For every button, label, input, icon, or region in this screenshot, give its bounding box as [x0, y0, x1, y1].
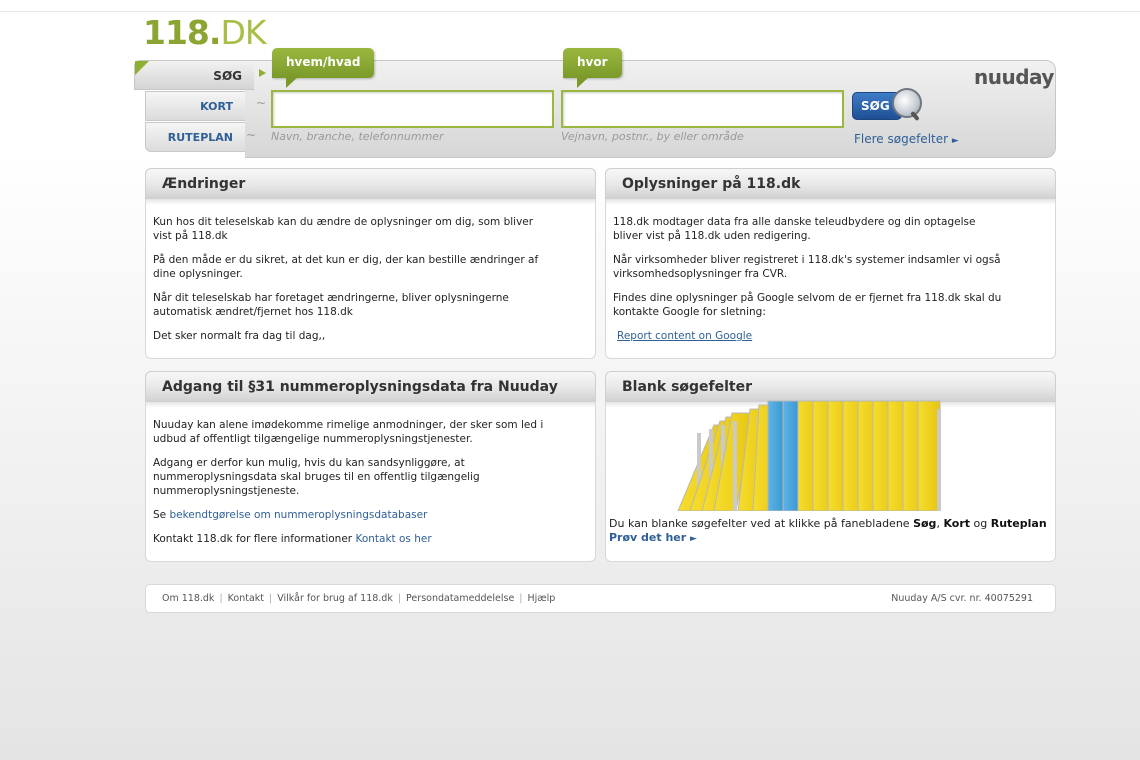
- footer-link-privacy[interactable]: Persondatameddelelse: [406, 593, 514, 604]
- changes-title: Ændringer: [145, 168, 596, 205]
- blank-fields-box: Blank søgefelter Du kan blanke søgefelte…: [605, 371, 1056, 562]
- footer-links: Om 118.dk | Kontakt | Vilkår for brug af 118…: [162, 585, 555, 612]
- folders-image: [677, 400, 941, 511]
- footer-link-om[interactable]: Om 118.dk: [162, 593, 214, 604]
- changes-box: Ændringer Kun hos dit teleselskab kan du…: [145, 168, 596, 359]
- footer-link-terms[interactable]: Vilkår for brug af 118.dk: [277, 593, 393, 604]
- access-title: Adgang til §31 nummeroplysningsdata fra …: [145, 371, 596, 408]
- logo-dk: DK: [220, 13, 266, 52]
- magnifier-icon[interactable]: [892, 88, 922, 118]
- who-search-input[interactable]: [271, 90, 554, 128]
- tab-sog-label: SØG: [213, 69, 242, 83]
- footer-cvr: Nuuday A/S cvr. nr. 40075291: [891, 593, 1033, 604]
- yellow-folder: [917, 400, 941, 511]
- top-divider: [0, 11, 1140, 12]
- access-text-1: Nuuday kan alene imødekomme rimelige anm…: [153, 419, 544, 445]
- tab-kort-label: KORT: [200, 100, 233, 113]
- folders-illustration: [606, 399, 1055, 511]
- blank-tab-sog: Søg: [913, 517, 937, 530]
- blank-fields-title: Blank søgefelter: [605, 371, 1056, 408]
- info-text-1: 118.dk modtager data fra alle danske tel…: [613, 216, 976, 242]
- access-contact-text: Kontakt 118.dk for flere informationer: [153, 533, 353, 545]
- changes-text-1: Kun hos dit teleselskab kan du ændre de …: [153, 216, 534, 242]
- folder-edge: [733, 421, 737, 511]
- footer-link-help[interactable]: Hjælp: [528, 593, 556, 604]
- blank-comma: ,: [936, 517, 940, 530]
- tab-connector-icon: ~: [256, 96, 267, 110]
- footer-separator: |: [219, 593, 223, 604]
- footer-separator: |: [269, 593, 273, 604]
- arrow-right-icon: ►: [690, 534, 697, 544]
- where-search-input[interactable]: [561, 90, 844, 128]
- footer: Om 118.dk | Kontakt | Vilkår for brug af 118…: [145, 584, 1056, 613]
- where-label: hvor: [577, 55, 608, 69]
- changes-text-3: Når dit teleselskab har foretaget ændrin…: [153, 292, 509, 318]
- search-button-label: SØG: [861, 99, 890, 113]
- info-text-2: Når virksomheder bliver registreret i 11…: [613, 254, 1001, 280]
- footer-link-kontakt[interactable]: Kontakt: [228, 593, 264, 604]
- who-label: hvem/hvad: [286, 55, 361, 69]
- tab-sog[interactable]: SØG: [134, 60, 254, 90]
- info-box: Oplysninger på 118.dk 118.dk modtager da…: [605, 168, 1056, 359]
- footer-separator: |: [397, 593, 402, 604]
- regulation-link[interactable]: bekendtgørelse om nummeroplysningsdataba…: [169, 509, 427, 521]
- contact-us-link[interactable]: Kontakt os her: [355, 533, 431, 545]
- footer-separator: |: [519, 593, 523, 604]
- blank-tab-kort: Kort: [943, 517, 971, 530]
- tab-ruteplan-label: RUTEPLAN: [167, 131, 233, 144]
- blank-tab-ruteplan: Ruteplan: [990, 517, 1047, 530]
- report-google-link[interactable]: Report content on Google: [617, 330, 752, 342]
- info-text-3: Findes dine oplysninger på Google selvom…: [613, 292, 1002, 318]
- changes-text-2: På den måde er du sikret, at det kun er …: [153, 254, 539, 280]
- blank-and: og: [973, 517, 988, 530]
- more-search-fields-label: Flere søgefelter: [854, 132, 949, 146]
- access-box: Adgang til §31 nummeroplysningsdata fra …: [145, 371, 596, 562]
- where-hint: Vejnavn, postnr., by eller område: [561, 130, 744, 143]
- active-tab-arrow-icon: [259, 69, 266, 77]
- try-it-link[interactable]: Prøv det her ►: [609, 531, 697, 544]
- folder-edge: [937, 409, 941, 511]
- blank-text-prefix: Du kan blanke søgefelter ved at klikke p…: [609, 517, 910, 530]
- nuuday-logo: nuuday: [974, 65, 1054, 89]
- more-search-fields-link[interactable]: Flere søgefelter ►: [854, 132, 959, 146]
- who-label-flag: hvem/hvad: [272, 48, 375, 88]
- tab-connector-icon: ~: [246, 128, 257, 142]
- tab-kort[interactable]: KORT: [145, 91, 245, 121]
- blank-fields-text: Du kan blanke søgefelter ved at klikke p…: [609, 517, 1047, 546]
- info-title: Oplysninger på 118.dk: [605, 168, 1056, 205]
- who-hint: Navn, branche, telefonnummer: [271, 130, 444, 143]
- try-it-label: Prøv det her: [609, 531, 687, 544]
- access-see-label: Se: [153, 509, 167, 521]
- logo-118dk[interactable]: 118.DK: [143, 13, 267, 52]
- changes-text-4: Det sker normalt fra dag til dag,,: [153, 330, 326, 342]
- logo-number: 118: [143, 13, 210, 52]
- arrow-right-icon: ►: [951, 136, 959, 146]
- logo-dot: .: [208, 13, 222, 52]
- access-text-2: Adgang er derfor kun mulig, hvis du kan …: [153, 457, 480, 497]
- where-label-flag: hvor: [563, 48, 622, 88]
- tab-ruteplan[interactable]: RUTEPLAN: [145, 122, 245, 152]
